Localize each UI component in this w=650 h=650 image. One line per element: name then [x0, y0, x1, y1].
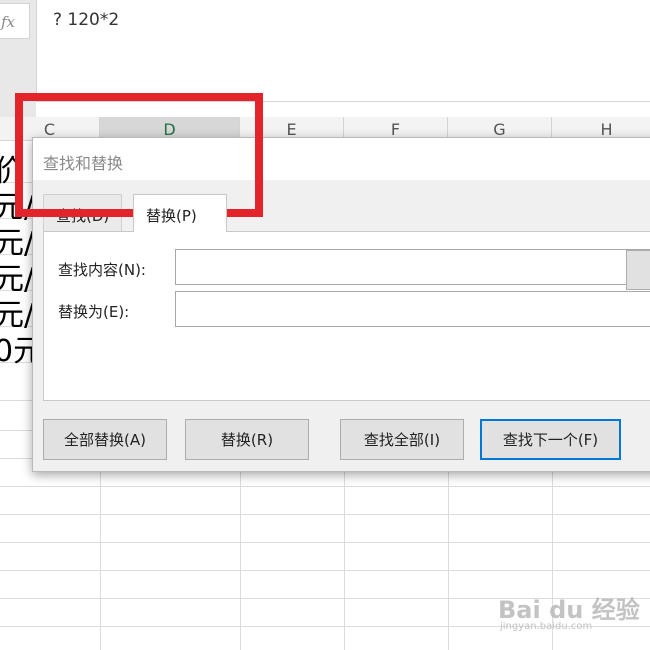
replace-tab-panel: 查找内容(N): 替换为(E):	[43, 231, 650, 401]
grid-line	[0, 514, 650, 515]
find-all-button[interactable]: 查找全部(I)	[340, 419, 464, 460]
watermark-url: jingyan.baidu.com	[500, 621, 593, 632]
fx-icon: fx	[1, 13, 16, 31]
options-button[interactable]	[626, 250, 650, 290]
grid-line	[0, 570, 650, 571]
replace-button[interactable]: 替换(R)	[185, 419, 309, 460]
formula-bar[interactable]: ? 120*2	[36, 0, 650, 102]
grid-line	[0, 486, 650, 487]
tab-replace[interactable]: 替换(P)	[133, 194, 227, 232]
baidu-jingyan-watermark-logo: Bai du 经验	[498, 596, 640, 624]
replace-with-label: 替换为(E):	[58, 303, 130, 321]
grid-line	[0, 542, 650, 543]
insert-function-button[interactable]: fx	[0, 3, 30, 39]
formula-content: ? 120*2	[53, 10, 120, 30]
replace-all-button[interactable]: 全部替换(A)	[43, 419, 167, 460]
find-what-label: 查找内容(N):	[58, 261, 146, 279]
find-what-input[interactable]	[175, 249, 650, 285]
find-next-button[interactable]: 查找下一个(F)	[480, 419, 621, 460]
replace-with-input[interactable]	[175, 291, 650, 327]
